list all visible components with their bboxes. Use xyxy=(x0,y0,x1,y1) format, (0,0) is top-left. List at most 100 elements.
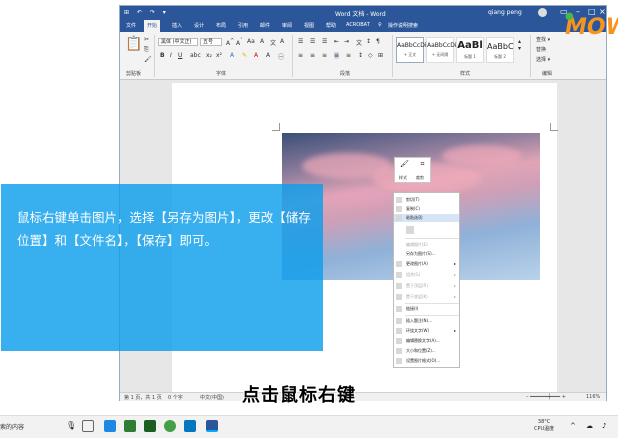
tell-me-search[interactable]: 操作说明搜索 xyxy=(388,22,418,29)
copy-icon[interactable]: ⎘ xyxy=(144,46,149,54)
bold-icon[interactable]: B xyxy=(160,52,165,59)
tab-mailings[interactable]: 邮件 xyxy=(260,22,270,29)
style-brush-icon[interactable]: 🖌 xyxy=(397,160,412,168)
align-left-icon[interactable]: ≡ xyxy=(298,52,303,59)
tab-layout[interactable]: 布局 xyxy=(216,22,226,29)
paste-icon[interactable]: 📋 xyxy=(125,36,142,52)
wechat-icon[interactable] xyxy=(164,420,176,432)
tab-help[interactable]: 帮助 xyxy=(326,22,336,29)
shrink-font-icon[interactable]: Aˇ xyxy=(236,38,243,47)
style-heading-2[interactable]: AaBbC 标题 2 xyxy=(486,37,514,63)
phonetic-icon[interactable]: 文 xyxy=(270,38,276,47)
clear-format-icon[interactable]: A xyxy=(260,38,264,45)
sort-icon[interactable]: ↕ xyxy=(366,38,371,45)
align-right-icon[interactable]: ≡ xyxy=(322,52,327,59)
menu-item-alt-text[interactable]: 编辑替换文字(A)... xyxy=(394,337,459,345)
network-icon[interactable]: ☁ xyxy=(586,422,593,430)
quick-access-toolbar[interactable]: ⊞ ↶ ↷ ▾ xyxy=(124,9,169,16)
menu-item-save-as-picture[interactable]: 另存为图片(S)... xyxy=(394,250,459,258)
word-icon[interactable] xyxy=(206,420,218,432)
distribute-icon[interactable]: ≡ xyxy=(346,52,351,59)
style-no-spacing[interactable]: AaBbCcDi + 无间隔 xyxy=(426,37,456,63)
menu-item-change-picture[interactable]: 更改图片(A) ▸ xyxy=(394,260,459,268)
task-view-icon[interactable] xyxy=(82,420,94,432)
link-icon xyxy=(396,306,402,312)
instruction-text: 鼠标右键单击图片，选择【另存为图片】，更改【储存位置】和【文件名】，【保存】即可… xyxy=(17,210,311,248)
menu-item-paste-choice[interactable] xyxy=(394,225,459,235)
increase-indent-icon[interactable]: ⇥ xyxy=(344,38,349,45)
excel-icon[interactable] xyxy=(144,420,156,432)
word-count[interactable]: 0 个字 xyxy=(168,394,183,401)
zoom-slider[interactable]: – ━━━━━━┿━━━ + xyxy=(526,394,566,400)
char-border-icon[interactable]: A xyxy=(280,38,284,45)
format-painter-icon[interactable]: 🖌 xyxy=(144,56,152,63)
app-icon[interactable] xyxy=(184,420,196,432)
find-button[interactable]: 查找 ▾ xyxy=(536,36,550,43)
menu-item-size-position[interactable]: 大小和位置(Z)... xyxy=(394,347,459,355)
multilevel-list-icon[interactable]: ☰ xyxy=(322,38,327,45)
menu-item-wrap-text[interactable]: 环绕文字(W) ▸ xyxy=(394,327,459,335)
grow-font-icon[interactable]: A^ xyxy=(226,38,234,47)
tab-design[interactable]: 设计 xyxy=(194,22,204,29)
chinese-layout-icon[interactable]: 文 xyxy=(356,38,362,47)
tab-acrobat[interactable]: ACROBAT xyxy=(346,22,370,28)
tab-references[interactable]: 引用 xyxy=(238,22,248,29)
zoom-level[interactable]: 116% xyxy=(586,394,600,400)
menu-item-paste-options[interactable]: 粘贴选项: xyxy=(394,214,459,222)
font-size-box[interactable]: 五号 xyxy=(200,38,222,46)
tab-insert[interactable]: 插入 xyxy=(172,22,182,29)
tab-review[interactable]: 审阅 xyxy=(282,22,292,29)
font-color-icon[interactable]: A xyxy=(254,52,258,59)
change-case-icon[interactable]: Aa xyxy=(247,38,255,45)
bullets-icon[interactable]: ☰ xyxy=(298,38,303,45)
menu-item-format-picture[interactable]: 设置图片格式(O)... xyxy=(394,357,459,365)
tab-view[interactable]: 视图 xyxy=(304,22,314,29)
superscript-icon[interactable]: x² xyxy=(216,52,222,59)
select-button[interactable]: 选择 ▾ xyxy=(536,56,550,63)
replace-button[interactable]: 替换 xyxy=(536,46,546,53)
font-name-box[interactable]: 黑体 (中文正) xyxy=(158,38,198,46)
divider xyxy=(154,35,155,77)
justify-icon[interactable]: ≡ xyxy=(334,52,340,59)
strikethrough-icon[interactable]: abc xyxy=(190,52,201,59)
enclose-char-icon[interactable]: ㊀ xyxy=(278,52,284,61)
subscript-icon[interactable]: x₂ xyxy=(206,52,212,59)
divider xyxy=(292,35,293,77)
underline-icon[interactable]: U xyxy=(178,52,182,59)
decrease-indent-icon[interactable]: ⇤ xyxy=(334,38,339,45)
volume-icon[interactable]: ♪ xyxy=(602,422,606,430)
numbering-icon[interactable]: ☰ xyxy=(310,38,315,45)
show-marks-icon[interactable]: ¶ xyxy=(376,38,380,45)
menu-item-cut[interactable]: 剪切(T) xyxy=(394,196,459,204)
taskbar-search[interactable]: 索的内容 xyxy=(0,422,24,431)
tray-chevron-icon[interactable]: ^ xyxy=(570,422,576,430)
highlight-icon[interactable]: ✎ xyxy=(242,52,247,59)
align-center-icon[interactable]: ≡ xyxy=(310,52,315,59)
style-heading-1[interactable]: AaBl 标题 1 xyxy=(456,37,484,63)
send-back-icon xyxy=(396,294,402,300)
tab-home[interactable]: 开始 xyxy=(144,20,161,32)
styles-scroll-icon[interactable]: ▴ ▾ xyxy=(518,38,521,52)
app-icon[interactable] xyxy=(124,420,136,432)
borders-icon[interactable]: ⊞ xyxy=(378,52,383,59)
alt-text-icon xyxy=(396,338,402,344)
page-count[interactable]: 第 1 页，共 1 页 xyxy=(124,394,162,401)
menu-item-copy[interactable]: 复制(C) xyxy=(394,205,459,213)
menu-item-insert-caption[interactable]: 插入题注(N)... xyxy=(394,317,459,325)
avatar[interactable] xyxy=(538,8,547,17)
italic-icon[interactable]: I xyxy=(170,52,172,59)
char-shading-icon[interactable]: A xyxy=(266,52,270,59)
style-normal[interactable]: AaBbCcDi + 正文 xyxy=(396,37,426,63)
menu-item-bring-front: 置于顶层(R) ▸ xyxy=(394,282,459,290)
menu-item-link[interactable]: 链接(I) xyxy=(394,305,459,313)
shading-icon[interactable]: ◇ xyxy=(368,52,373,59)
text-effects-icon[interactable]: A xyxy=(230,52,234,59)
language[interactable]: 中文(中国) xyxy=(200,394,224,401)
app-icon[interactable] xyxy=(104,420,116,432)
cut-icon[interactable]: ✂ xyxy=(144,36,149,43)
tab-file[interactable]: 文件 xyxy=(126,22,136,29)
microphone-icon[interactable]: 🎙 xyxy=(66,421,76,430)
crop-icon[interactable]: ⌗ xyxy=(415,160,430,169)
line-spacing-icon[interactable]: ↕ xyxy=(358,52,363,59)
user-name[interactable]: qiang peng xyxy=(488,9,522,16)
